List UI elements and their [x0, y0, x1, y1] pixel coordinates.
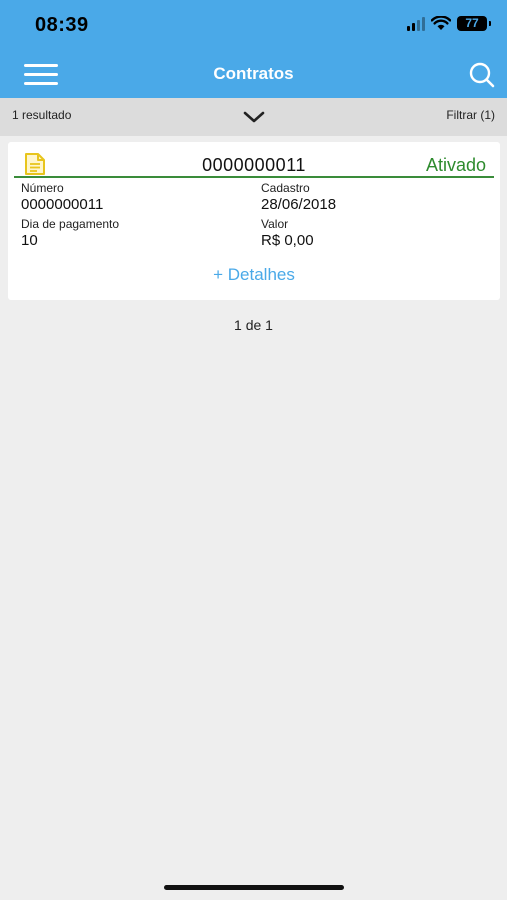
numero-label: Número	[21, 181, 64, 195]
battery-icon: 77	[457, 16, 491, 31]
cadastro-value: 28/06/2018	[261, 196, 337, 213]
pagination-label: 1 de 1	[234, 317, 273, 333]
chevron-down-icon[interactable]	[242, 107, 266, 125]
status-bar: 08:39 77	[0, 0, 507, 50]
result-count: 1 resultado	[12, 108, 72, 122]
details-link[interactable]: + Detalhes	[8, 265, 500, 285]
dia-pagamento-label: Dia de pagamento	[21, 217, 120, 231]
app-header: Contratos	[0, 50, 507, 98]
filter-button[interactable]: Filtrar (1)	[446, 108, 495, 122]
search-icon[interactable]	[467, 60, 497, 90]
status-badge: Ativado	[425, 155, 486, 175]
page-title: Contratos	[213, 64, 294, 83]
home-indicator[interactable]	[164, 885, 344, 890]
status-time: 08:39	[35, 14, 89, 36]
wifi-icon	[431, 16, 451, 30]
valor-value: R$ 0,00	[261, 232, 314, 249]
cadastro-label: Cadastro	[261, 181, 310, 195]
battery-level: 77	[465, 16, 479, 30]
valor-label: Valor	[261, 217, 289, 231]
numero-value: 0000000011	[21, 196, 104, 213]
dia-pagamento-value: 10	[21, 232, 38, 249]
cellular-signal-icon	[407, 16, 425, 31]
contract-card[interactable]: 0000000011 Ativado Número 0000000011 Cad…	[8, 142, 500, 300]
card-divider	[14, 176, 494, 178]
status-icons: 77	[407, 16, 491, 31]
filter-bar: 1 resultado Filtrar (1)	[0, 98, 507, 136]
